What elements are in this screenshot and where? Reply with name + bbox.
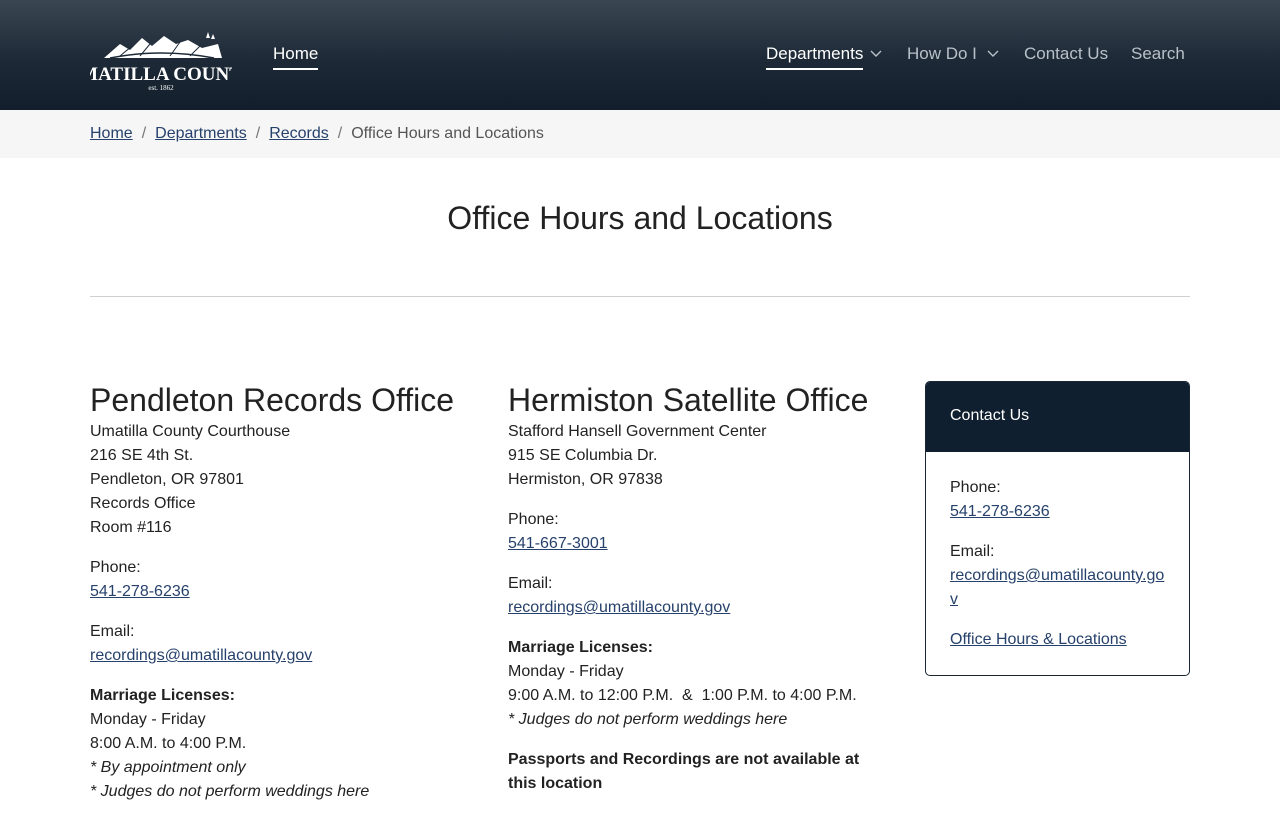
svg-text:UMATILLA COUNTY: UMATILLA COUNTY: [90, 64, 232, 85]
office-hours-link[interactable]: Office Hours & Locations: [950, 631, 1127, 648]
pendleton-email-link[interactable]: recordings@umatillacounty.gov: [90, 647, 312, 664]
hermiston-email-link[interactable]: recordings@umatillacounty.gov: [508, 599, 730, 616]
nav-search[interactable]: Search: [1131, 44, 1185, 64]
phone-label: Phone:: [508, 511, 559, 528]
hermiston-marriage: Marriage Licenses: Monday - Friday 9:00 …: [508, 636, 888, 732]
address-line: 216 SE 4th St.: [90, 447, 194, 464]
address-line: 915 SE Columbia Dr.: [508, 447, 658, 464]
nav-home-label: Home: [273, 44, 319, 63]
nav-home-underline: [273, 68, 319, 70]
nav-contact-us[interactable]: Contact Us: [1024, 44, 1108, 64]
email-label: Email:: [90, 623, 135, 640]
pendleton-phone: Phone: 541-278-6236: [90, 556, 480, 604]
nav-how-do-i-label: How Do I: [907, 44, 977, 63]
breadcrumb: Home / Departments / Records / Office Ho…: [0, 110, 1280, 158]
address-line: Records Office: [90, 495, 196, 512]
nav-search-label: Search: [1131, 44, 1185, 63]
nav-home[interactable]: Home: [273, 44, 319, 70]
hermiston-phone: Phone: 541-667-3001: [508, 508, 888, 556]
hermiston-email: Email: recordings@umatillacounty.gov: [508, 572, 888, 620]
address-line: Pendleton, OR 97801: [90, 471, 244, 488]
page-title: Office Hours and Locations: [447, 200, 833, 236]
phone-label: Phone:: [90, 559, 141, 576]
marriage-label: Marriage Licenses:: [90, 687, 235, 704]
breadcrumb-separator: /: [255, 125, 261, 142]
nav-departments[interactable]: Departments: [766, 44, 864, 70]
email-label: Email:: [508, 575, 553, 592]
contact-email-link[interactable]: recordings@umatillacounty.gov: [950, 567, 1164, 608]
marriage-label: Marriage Licenses:: [508, 639, 653, 656]
breadcrumb-records[interactable]: Records: [269, 125, 329, 143]
hermiston-heading: Hermiston Satellite Office: [508, 382, 869, 418]
marriage-note: * By appointment only: [90, 759, 246, 776]
breadcrumb-departments[interactable]: Departments: [155, 125, 247, 143]
hermiston-office: Hermiston Satellite Office Stafford Hans…: [508, 380, 888, 812]
chevron-down-icon[interactable]: [987, 50, 999, 58]
contact-card-body: Phone: 541-278-6236 Email: recordings@um…: [926, 452, 1189, 652]
pendleton-phone-link[interactable]: 541-278-6236: [90, 583, 190, 600]
marriage-hours: 8:00 A.M. to 4:00 P.M.: [90, 735, 247, 752]
nav-departments-underline: [766, 68, 864, 70]
contact-email: Email: recordings@umatillacounty.gov: [950, 540, 1165, 612]
contact-card-title: Contact Us: [926, 382, 1189, 452]
pendleton-heading: Pendleton Records Office: [90, 382, 455, 418]
address-line: Hermiston, OR 97838: [508, 471, 663, 488]
marriage-hours: 9:00 A.M. to 12:00 P.M. & 1:00 P.M. to 4…: [508, 687, 857, 704]
contact-phone: Phone: 541-278-6236: [950, 476, 1165, 524]
nav-contact-us-label: Contact Us: [1024, 44, 1109, 63]
breadcrumb-current: Office Hours and Locations: [351, 125, 544, 142]
site-header: UMATILLA COUNTY est. 1862 Home Departmen…: [0, 0, 1280, 110]
county-logo-icon: UMATILLA COUNTY est. 1862: [90, 32, 232, 92]
phone-label: Phone:: [950, 479, 1001, 496]
nav-departments-label: Departments: [766, 44, 864, 63]
chevron-down-icon[interactable]: [870, 50, 882, 58]
marriage-days: Monday - Friday: [90, 711, 206, 728]
pendleton-email: Email: recordings@umatillacounty.gov: [90, 620, 480, 668]
hermiston-phone-link[interactable]: 541-667-3001: [508, 535, 608, 552]
hermiston-address: Stafford Hansell Government Center 915 S…: [508, 420, 888, 492]
county-logo[interactable]: UMATILLA COUNTY est. 1862: [90, 30, 232, 92]
svg-text:est. 1862: est. 1862: [148, 84, 174, 92]
contact-card: Contact Us Phone: 541-278-6236 Email: re…: [925, 381, 1190, 676]
marriage-note: * Judges do not perform weddings here: [508, 711, 788, 728]
title-divider: [90, 296, 1190, 297]
pendleton-address: Umatilla County Courthouse 216 SE 4th St…: [90, 420, 480, 540]
address-line: Stafford Hansell Government Center: [508, 423, 767, 440]
nav-how-do-i[interactable]: How Do I: [907, 44, 977, 64]
contact-phone-link[interactable]: 541-278-6236: [950, 503, 1050, 520]
breadcrumb-separator: /: [337, 125, 343, 142]
marriage-days: Monday - Friday: [508, 663, 624, 680]
address-line: Umatilla County Courthouse: [90, 423, 291, 440]
pendleton-office: Pendleton Records Office Umatilla County…: [90, 380, 480, 820]
breadcrumb-home[interactable]: Home: [90, 125, 133, 143]
hermiston-notice: Passports and Recordings are not availab…: [508, 751, 860, 792]
email-label: Email:: [950, 543, 995, 560]
pendleton-marriage: Marriage Licenses: Monday - Friday 8:00 …: [90, 684, 480, 804]
marriage-note: * Judges do not perform weddings here: [90, 783, 370, 800]
breadcrumb-separator: /: [141, 125, 147, 142]
contact-hours-link-wrap: Office Hours & Locations: [950, 628, 1165, 652]
address-line: Room #116: [90, 519, 172, 536]
